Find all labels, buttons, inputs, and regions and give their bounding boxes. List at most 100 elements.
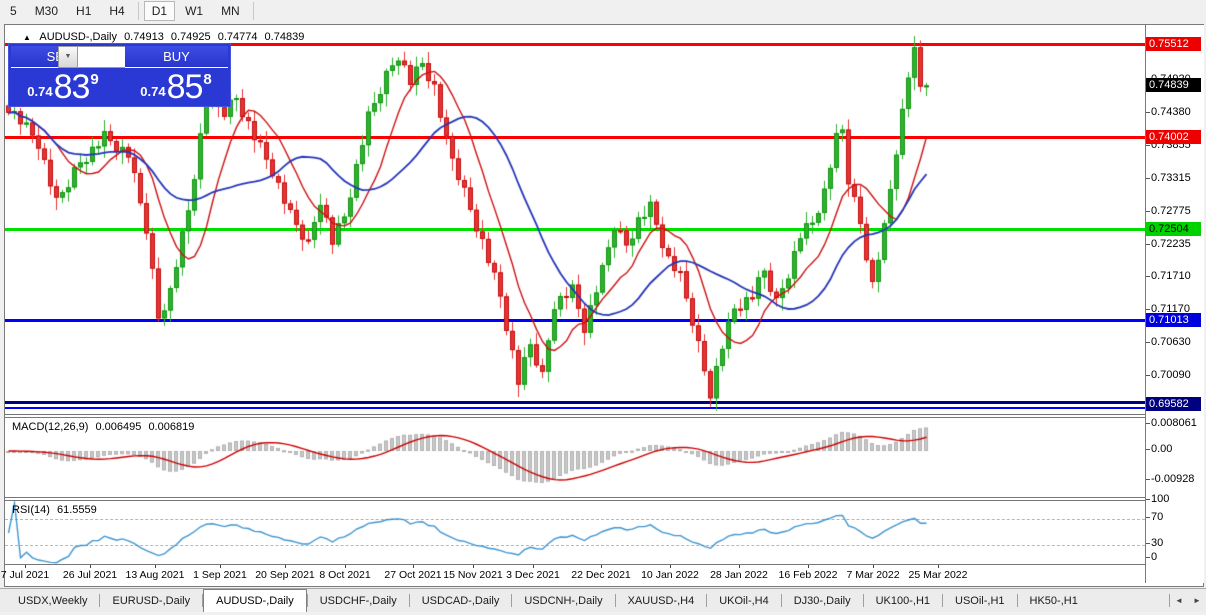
rsi-axis-30: 30	[1151, 537, 1163, 549]
price-badge-0.69582: 0.69582	[1146, 397, 1201, 411]
sell-price-prefix: 0.74	[27, 84, 52, 99]
buy-price-pips: 85	[167, 71, 203, 104]
price-badge-0.74002: 0.74002	[1146, 130, 1201, 144]
one-click-trading-panel: SELL ▼ ▲ BUY 0.74839 0.74858	[8, 43, 231, 107]
price-badge-0.71013: 0.71013	[1146, 313, 1201, 327]
sell-price-display: 0.74839	[11, 69, 115, 104]
date-tick	[345, 565, 346, 568]
date-label: 13 Aug 2021	[126, 569, 185, 581]
date-label: 8 Oct 2021	[319, 569, 370, 581]
tabbar-spacer	[1090, 589, 1169, 612]
timeframe-button-W1[interactable]: W1	[177, 1, 211, 21]
chart-tab-ukoil-h4[interactable]: UKOil-,H4	[707, 589, 781, 612]
buy-price-point: 8	[203, 71, 211, 88]
buy-price-prefix: 0.74	[140, 84, 165, 99]
macd-label: MACD(12,26,9) 0.006495 0.006819	[12, 421, 198, 433]
chart-tab-bar: USDX,WeeklyEURUSD-,DailyAUDUSD-,DailyUSD…	[0, 588, 1206, 612]
date-tick	[739, 565, 740, 568]
price-tick-0.70090: 0.70090	[1151, 369, 1191, 381]
date-label: 10 Jan 2022	[641, 569, 699, 581]
date-label: 1 Sep 2021	[193, 569, 247, 581]
date-tick	[90, 565, 91, 568]
timeframe-button-D1[interactable]: D1	[144, 1, 175, 21]
macd-value-signal: 0.006819	[148, 421, 194, 433]
date-tick	[285, 565, 286, 568]
chart-tab-xauusd-h4[interactable]: XAUUSD-,H4	[616, 589, 707, 612]
toolbar-separator	[138, 2, 139, 20]
date-label: 15 Nov 2021	[443, 569, 503, 581]
macd-value-main: 0.006495	[95, 421, 141, 433]
rsi-value: 61.5559	[57, 504, 97, 516]
timeframe-button-M30[interactable]: M30	[27, 1, 66, 21]
chart-tab-usdchf-daily[interactable]: USDCHF-,Daily	[308, 589, 409, 612]
date-tick	[413, 565, 414, 568]
date-tick	[670, 565, 671, 568]
sell-price-point: 9	[90, 71, 98, 88]
timeframe-button-H1[interactable]: H1	[68, 1, 99, 21]
triangle-down-icon: ▼	[65, 53, 72, 60]
tab-scroll-left-icon[interactable]: ◄	[1170, 589, 1188, 612]
chart-tab-eurusd-daily[interactable]: EURUSD-,Daily	[100, 589, 202, 612]
date-label: 7 Jul 2021	[1, 569, 49, 581]
chart-tab-hk50-h1[interactable]: HK50-,H1	[1018, 589, 1090, 612]
price-tick-0.71710: 0.71710	[1151, 270, 1191, 282]
rsi-axis-70: 70	[1151, 511, 1163, 523]
chart-tab-usdx-weekly[interactable]: USDX,Weekly	[6, 589, 99, 612]
date-label: 7 Mar 2022	[846, 569, 899, 581]
date-tick	[808, 565, 809, 568]
tab-scroll-right-icon[interactable]: ►	[1188, 589, 1206, 612]
sell-price-pips: 83	[54, 71, 90, 104]
price-badge-0.74839: 0.74839	[1146, 78, 1201, 92]
timeframe-button-MN[interactable]: MN	[213, 1, 248, 21]
price-axis[interactable]: 0.754600.749200.743800.738550.733150.727…	[1145, 25, 1204, 583]
price-tick-0.72235: 0.72235	[1151, 238, 1191, 250]
chart-tab-audusd-daily[interactable]: AUDUSD-,Daily	[203, 589, 307, 612]
rsi-label: RSI(14) 61.5559	[12, 504, 101, 516]
price-tick-0.70630: 0.70630	[1151, 336, 1191, 348]
date-label: 16 Feb 2022	[779, 569, 838, 581]
date-label: 3 Dec 2021	[506, 569, 560, 581]
rsi-canvas[interactable]	[5, 501, 1145, 565]
chart-tab-usoil-h1[interactable]: USOil-,H1	[943, 589, 1017, 612]
date-tick	[873, 565, 874, 568]
date-label: 25 Mar 2022	[909, 569, 968, 581]
price-badge-0.75512: 0.75512	[1146, 37, 1201, 51]
buy-button[interactable]: BUY	[125, 46, 228, 68]
timeframe-button-H4[interactable]: H4	[101, 1, 132, 21]
macd-name: MACD(12,26,9)	[12, 421, 88, 433]
toolbar-separator	[253, 2, 254, 20]
date-tick	[473, 565, 474, 568]
volume-decrease-button[interactable]: ▼	[58, 46, 78, 68]
timeframe-button-5[interactable]: 5	[2, 1, 25, 21]
rsi-pane: RSI(14) 61.5559	[5, 497, 1145, 565]
date-label: 22 Dec 2021	[571, 569, 631, 581]
chart-tab-usdcad-daily[interactable]: USDCAD-,Daily	[410, 589, 512, 612]
date-tick	[601, 565, 602, 568]
price-badge-0.72504: 0.72504	[1146, 222, 1201, 236]
date-label: 26 Jul 2021	[63, 569, 117, 581]
price-tick-0.73315: 0.73315	[1151, 172, 1191, 184]
date-tick	[25, 565, 26, 568]
rsi-axis-0: 0	[1151, 551, 1157, 563]
price-pane: ▲ AUDUSD-,Daily 0.74913 0.74925 0.74774 …	[5, 25, 1145, 414]
macd-axis--0.00928: -0.00928	[1151, 473, 1194, 485]
date-label: 20 Sep 2021	[255, 569, 315, 581]
rsi-axis-100: 100	[1151, 493, 1169, 505]
price-tick-0.74380: 0.74380	[1151, 106, 1191, 118]
date-axis[interactable]: 7 Jul 202126 Jul 202113 Aug 20211 Sep 20…	[5, 564, 1145, 585]
date-tick	[938, 565, 939, 568]
rsi-name: RSI(14)	[12, 504, 50, 516]
date-label: 28 Jan 2022	[710, 569, 768, 581]
date-tick	[220, 565, 221, 568]
price-tick-0.72775: 0.72775	[1151, 205, 1191, 217]
chart-tab-usdcnh-daily[interactable]: USDCNH-,Daily	[512, 589, 614, 612]
chart-tab-uk100-h1[interactable]: UK100-,H1	[864, 589, 942, 612]
buy-price-display: 0.74858	[124, 69, 228, 104]
macd-axis-0.008061: 0.008061	[1151, 417, 1197, 429]
chart-tab-dj30-daily[interactable]: DJ30-,Daily	[782, 589, 863, 612]
date-tick	[533, 565, 534, 568]
macd-axis-0.00: 0.00	[1151, 443, 1172, 455]
date-tick	[155, 565, 156, 568]
timeframe-toolbar: 5M30H1H4 D1W1MN	[0, 0, 1206, 22]
macd-pane: MACD(12,26,9) 0.006495 0.006819	[5, 414, 1145, 498]
